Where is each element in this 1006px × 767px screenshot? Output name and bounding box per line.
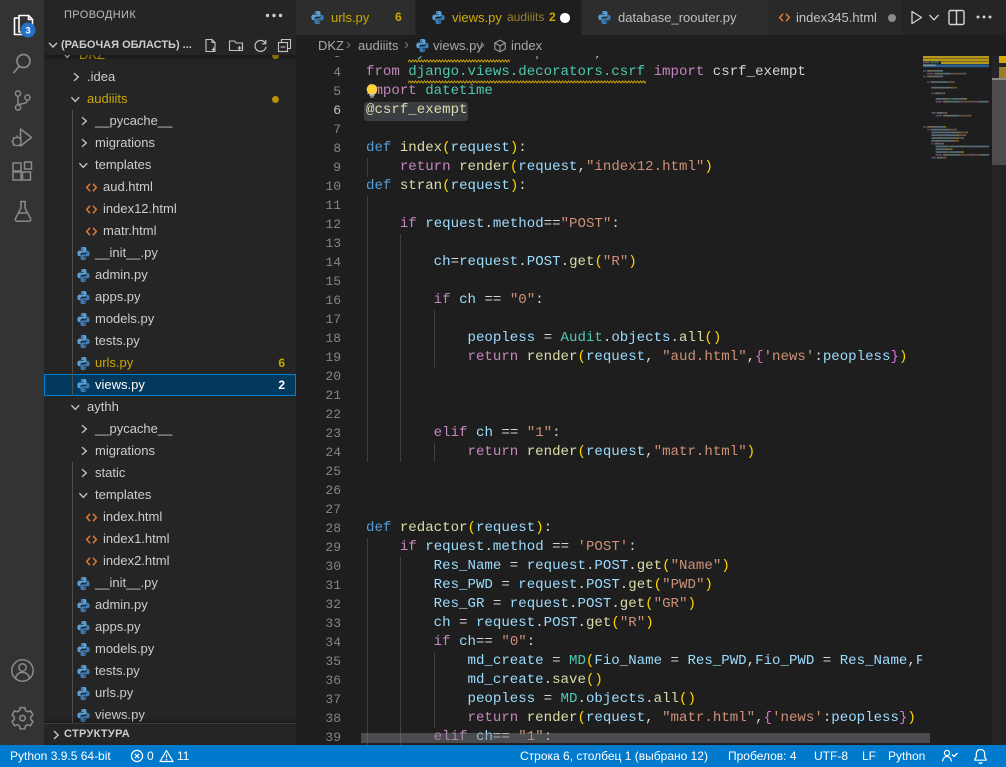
svg-text:3: 3	[25, 26, 30, 37]
